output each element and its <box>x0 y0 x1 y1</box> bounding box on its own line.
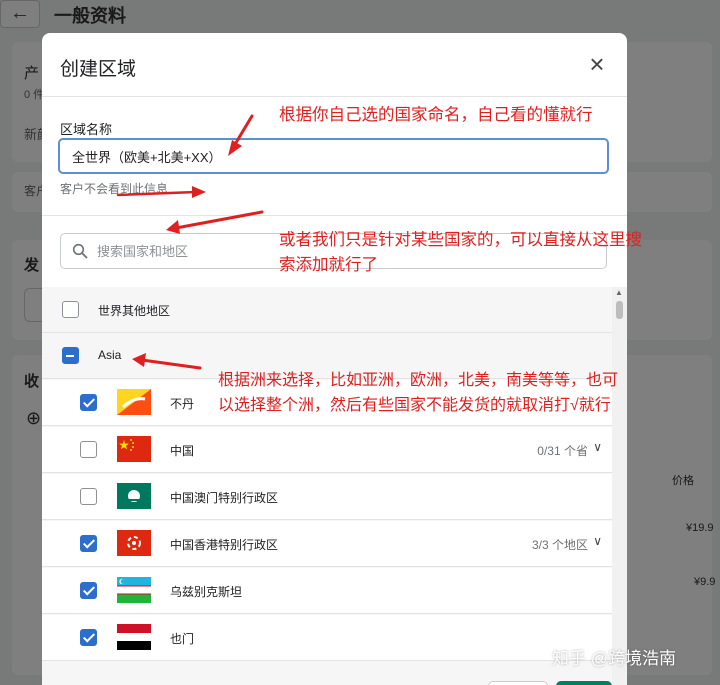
checkbox[interactable] <box>80 629 97 646</box>
zone-name-input[interactable] <box>58 138 609 174</box>
bhutan-flag-icon <box>117 389 151 415</box>
annotation-line: 根据洲来选择，比如亚洲，欧洲，北美，南美等等，也可 <box>218 372 619 389</box>
annotation-line: 或者我们只是针对某些国家的，可以直接从这里搜 <box>279 231 642 249</box>
checkbox[interactable] <box>62 301 79 318</box>
cancel-button[interactable] <box>488 681 548 685</box>
watermark: 知乎 @跨境浩南 <box>552 649 676 668</box>
annotation-note: 或者我们只是针对某些国家的，可以直接从这里搜 索添加就行了 <box>279 228 642 278</box>
chevron-down-icon[interactable]: ∨ <box>593 440 602 454</box>
region-count: 3/3 个地区 <box>531 538 588 552</box>
zone-name-help: 客户不会看到此信息 <box>60 182 169 196</box>
scrollbar-thumb[interactable] <box>616 301 623 319</box>
modal-header: 创建区域 × <box>42 33 627 97</box>
checkbox[interactable] <box>80 441 97 458</box>
list-item-rest-of-world[interactable]: 世界其他地区 <box>42 287 612 333</box>
yemen-flag-icon <box>117 624 151 650</box>
checkbox[interactable] <box>80 488 97 505</box>
search-icon <box>72 243 88 259</box>
row-label: 乌兹别克斯坦 <box>170 585 243 599</box>
chevron-down-icon[interactable]: ∨ <box>593 534 602 548</box>
list-item-country[interactable]: 也门 <box>42 615 612 661</box>
list-scrollbar[interactable]: ▲ <box>612 287 627 685</box>
annotation-note: 根据你自己选的国家命名，自己看的懂就行 <box>279 106 593 124</box>
row-label: 也门 <box>170 632 195 646</box>
row-label: 不丹 <box>170 397 195 411</box>
list-item-country[interactable]: 乌兹别克斯坦 <box>42 568 612 614</box>
checkbox[interactable] <box>80 394 97 411</box>
row-label: Asia <box>98 348 122 362</box>
close-icon[interactable]: × <box>583 51 611 79</box>
country-list: 世界其他地区 Asia 不丹 中国 0/31 个省 ∨ 中国澳门特别行政区 中国… <box>42 287 627 685</box>
macau-flag-icon <box>117 483 151 509</box>
annotation-note: 根据洲来选择，比如亚洲，欧洲，北美，南美等等，也可 以选择整个洲，然后有些国家不… <box>218 368 618 418</box>
row-label: 中国香港特别行政区 <box>170 538 279 552</box>
divider <box>42 215 627 216</box>
row-label: 世界其他地区 <box>98 304 171 318</box>
checkbox[interactable] <box>62 347 79 364</box>
province-count: 0/31 个省 <box>537 444 588 458</box>
hongkong-flag-icon <box>117 530 151 556</box>
done-button[interactable] <box>556 681 612 685</box>
list-item-country[interactable]: 中国 0/31 个省 ∨ <box>42 427 612 473</box>
annotation-line: 索添加就行了 <box>279 256 378 274</box>
uzbekistan-flag-icon <box>117 577 151 603</box>
create-zone-modal: 创建区域 × 区域名称 客户不会看到此信息 世界其他地区 Asia <box>42 33 627 685</box>
checkbox[interactable] <box>80 535 97 552</box>
list-item-country[interactable]: 中国香港特别行政区 3/3 个地区 ∨ <box>42 521 612 567</box>
annotation-line: 以选择整个洲，然后有些国家不能发货的就取消打√就行 <box>218 397 611 414</box>
zone-name-label: 区域名称 <box>60 122 113 137</box>
row-label: 中国 <box>170 444 195 458</box>
checkbox[interactable] <box>80 582 97 599</box>
list-item-country[interactable]: 中国澳门特别行政区 <box>42 474 612 520</box>
scroll-up-icon[interactable]: ▲ <box>615 288 623 297</box>
modal-title: 创建区域 <box>60 59 137 80</box>
row-label: 中国澳门特别行政区 <box>170 491 279 505</box>
china-flag-icon <box>117 436 151 462</box>
